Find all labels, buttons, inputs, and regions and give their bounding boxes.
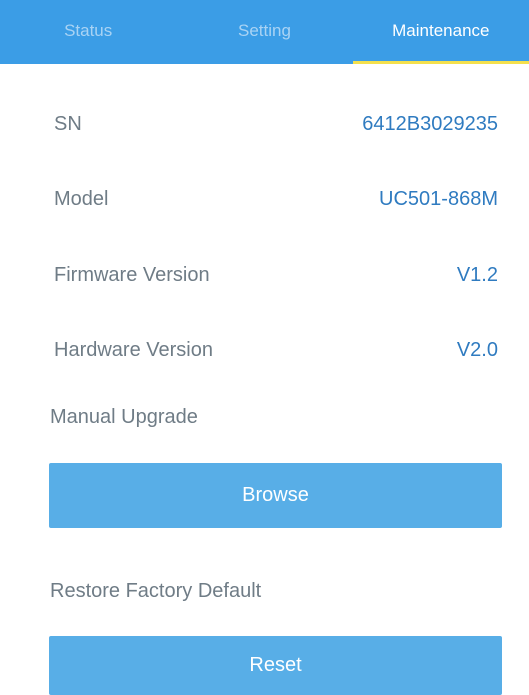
model-label: Model: [54, 188, 109, 210]
reset-button[interactable]: Reset: [49, 636, 502, 695]
hardware-version-value: V2.0: [456, 339, 498, 361]
hardware-version-row: Hardware Version V2.0: [54, 338, 498, 362]
restore-factory-default-heading: Restore Factory Default: [50, 580, 262, 602]
firmware-version-row: Firmware Version V1.2: [54, 263, 498, 287]
sn-row: SN 6412B3029235: [54, 112, 498, 136]
browse-button[interactable]: Browse: [49, 463, 502, 528]
tab-setting[interactable]: Setting: [176, 0, 352, 64]
sn-value: 6412B3029235: [362, 113, 498, 135]
firmware-version-label: Firmware Version: [54, 264, 210, 286]
manual-upgrade-heading: Manual Upgrade: [50, 406, 198, 428]
tab-status[interactable]: Status: [0, 0, 176, 64]
firmware-version-value: V1.2: [456, 264, 498, 286]
tab-maintenance[interactable]: Maintenance: [352, 0, 529, 64]
tab-bar: Status Setting Maintenance: [0, 0, 529, 64]
model-row: Model UC501-868M: [54, 187, 498, 211]
sn-label: SN: [54, 113, 82, 135]
model-value: UC501-868M: [379, 188, 498, 210]
hardware-version-label: Hardware Version: [54, 339, 213, 361]
